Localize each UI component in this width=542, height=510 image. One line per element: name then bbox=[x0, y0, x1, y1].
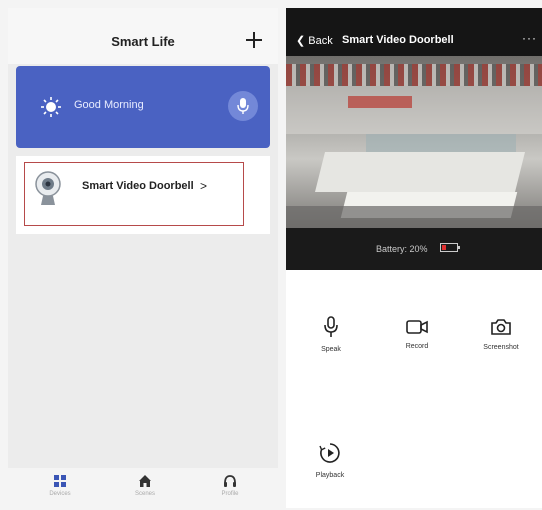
headset-icon bbox=[224, 475, 236, 487]
video-desk bbox=[315, 152, 525, 192]
control-label: Speak bbox=[321, 346, 341, 353]
page-title: Smart Video Doorbell bbox=[342, 34, 454, 46]
more-options-icon[interactable]: ··· bbox=[522, 31, 537, 45]
smart-life-screen: Smart Life Good Morning Smart Video Door… bbox=[8, 8, 278, 508]
doorbell-camera-icon bbox=[35, 171, 61, 205]
voice-button[interactable] bbox=[228, 91, 258, 121]
grid-icon bbox=[54, 475, 66, 487]
playback-icon bbox=[319, 443, 340, 463]
device-card[interactable]: Smart Video Doorbell > bbox=[16, 156, 270, 234]
tab-profile[interactable]: Profile bbox=[200, 474, 260, 497]
bottom-tab-bar: Devices Scenes Profile bbox=[8, 468, 278, 508]
control-label: Screenshot bbox=[483, 344, 519, 351]
tab-scenes[interactable]: Scenes bbox=[115, 474, 175, 497]
video-sign bbox=[348, 96, 412, 108]
control-label: Record bbox=[405, 343, 429, 350]
video-wall bbox=[286, 86, 542, 134]
tab-devices[interactable]: Devices bbox=[30, 474, 90, 497]
control-label: Playback bbox=[315, 472, 345, 479]
back-label: Back bbox=[308, 35, 333, 47]
add-device-button[interactable] bbox=[244, 30, 264, 50]
doorbell-screen: ❮ Back Smart Video Doorbell ··· Battery:… bbox=[286, 8, 542, 508]
camera-icon bbox=[491, 319, 511, 335]
tab-label: Profile bbox=[221, 491, 239, 497]
doorbell-header: ❮ Back Smart Video Doorbell ··· bbox=[286, 8, 542, 56]
live-video-feed[interactable] bbox=[286, 56, 542, 228]
chevron-right-icon: > bbox=[200, 179, 208, 193]
screenshot-button[interactable]: Screenshot bbox=[466, 318, 536, 351]
video-flags bbox=[286, 64, 542, 86]
battery-status-bar: Battery: 20% bbox=[286, 228, 542, 270]
video-floor bbox=[286, 206, 542, 228]
microphone-icon bbox=[237, 98, 249, 114]
tab-label: Scenes bbox=[134, 491, 155, 497]
home-icon bbox=[139, 475, 151, 487]
microphone-icon bbox=[324, 316, 338, 337]
tab-label: Devices bbox=[49, 491, 71, 497]
greeting-card: Good Morning bbox=[16, 66, 270, 148]
device-name: Smart Video Doorbell bbox=[82, 180, 194, 192]
battery-icon bbox=[440, 243, 460, 252]
sun-icon bbox=[41, 97, 61, 117]
video-camera-icon bbox=[406, 320, 428, 334]
battery-text: Battery: 20% bbox=[376, 244, 428, 254]
speak-button[interactable]: Speak bbox=[296, 316, 366, 353]
page-title: Smart Life bbox=[111, 34, 175, 49]
greeting-text: Good Morning bbox=[74, 99, 144, 111]
record-button[interactable]: Record bbox=[382, 319, 452, 350]
chevron-left-icon: ❮ bbox=[296, 35, 309, 47]
playback-button[interactable]: Playback bbox=[295, 442, 365, 479]
back-button[interactable]: ❮ Back bbox=[296, 34, 333, 47]
home-header: Smart Life bbox=[8, 8, 278, 64]
